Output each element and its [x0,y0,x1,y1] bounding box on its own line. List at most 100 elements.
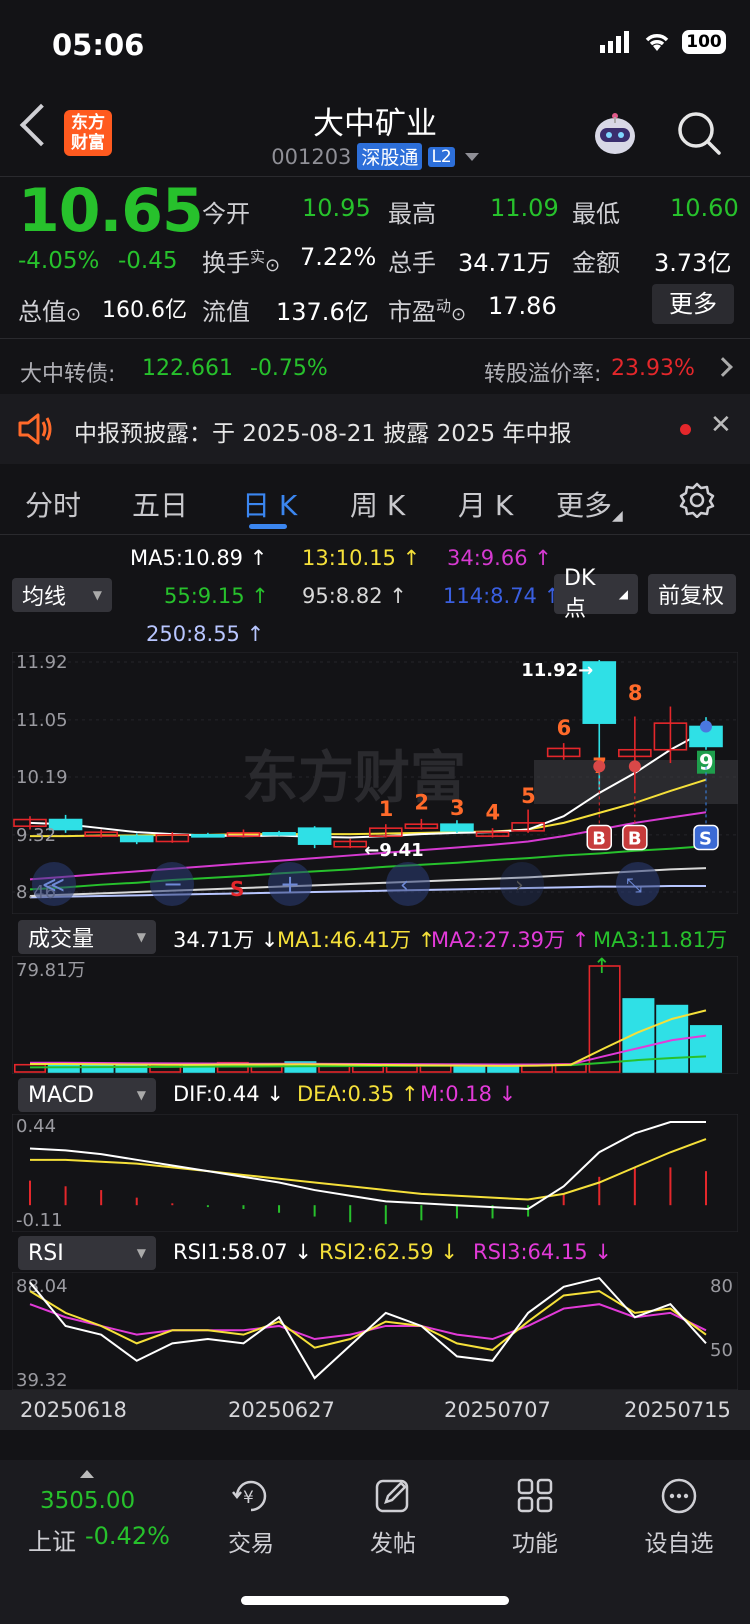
chevron-up-icon[interactable] [80,1470,94,1478]
signal-dot [593,760,606,773]
sequence-number: 8 [628,681,643,705]
svg-text:−: − [163,870,183,898]
bond-price: 122.661 [142,356,233,381]
divider [0,338,750,339]
index-name[interactable]: 上证 [28,1522,76,1557]
ma-select[interactable]: 均线 ▼ [12,578,112,612]
open-value: 10.95 [302,194,371,222]
search-icon[interactable] [676,110,722,156]
candle-body [191,834,225,838]
ma13-value: 13:10.15 ↑ [302,546,421,570]
chevron-down-icon [464,152,479,161]
info-icon: ⊙ [66,304,82,325]
notice-text: 中报预披露：于 2025-08-21 披露 2025 年中报 [74,421,572,447]
volume-today: 34.71万 ↓ [173,928,279,952]
date-axis: 20250618 20250627 20250707 20250715 [0,1390,750,1430]
bond-change: -0.75% [250,356,328,381]
high-label: 最高 [388,200,436,228]
ma114-value: 114:8.74 ↑ [443,584,562,608]
macd-dea: DEA:0.35 ↑ [297,1082,419,1106]
volume-ma-line [30,1034,707,1066]
rsi2-value: RSI2:62.59 ↓ [319,1240,458,1264]
rsi1-value: RSI1:58.07 ↓ [173,1240,312,1264]
unread-dot [680,424,691,435]
mcap-label[interactable]: 总值⊙ [18,292,81,327]
volume-bar [453,1065,486,1073]
more-button[interactable]: 更多 [652,284,734,324]
more-dots-icon [661,1478,697,1514]
rsi-ytick-bottom: 39.32 [16,1370,68,1390]
signal-dot [700,720,712,733]
amount-label: 金额 [572,249,620,277]
svg-text:›: › [515,873,524,898]
trade-yen-icon: ¥ [232,1480,267,1512]
volume-select[interactable]: 成交量 ▼ [18,920,156,954]
dk-point-button[interactable]: DK 点 ◢ [554,566,638,622]
rsi-ytick-50: 50 [710,1340,733,1361]
rsi3-line [29,1303,707,1341]
pe-value: 17.86 [488,292,557,320]
notice-bar[interactable]: 中报预披露：于 2025-08-21 披露 2025 年中报 ✕ [0,394,750,464]
volume-chart[interactable]: 79.81万 [12,956,738,1074]
nav-functions[interactable]: 功能 [480,1476,590,1558]
turnover-label[interactable]: 换手实⊙ [202,243,280,278]
status-icons: 100 [600,30,726,54]
edit-post-icon [375,1479,409,1513]
volume-ma2: MA2:27.39万 ↑ [431,928,590,952]
rsi-ytick-80: 80 [710,1276,733,1297]
amount-value: 3.73亿 [654,249,732,277]
nav-trade[interactable]: ¥ 交易 [196,1476,306,1558]
status-time: 05:06 [52,28,145,62]
nav-add-watchlist[interactable]: 设自选 [624,1476,734,1558]
macd-select[interactable]: MACD ▼ [18,1078,156,1112]
ma34-value: 34:9.66 ↑ [447,546,552,570]
index-value[interactable]: 3505.00 [40,1488,135,1514]
close-icon[interactable]: ✕ [710,410,732,440]
adjust-button[interactable]: 前复权 [648,574,736,614]
price-ytick: 9.32 [16,825,56,846]
volume-value: 34.71万 [458,249,551,277]
signal-icon [600,31,629,53]
high-value: 11.09 [490,194,559,222]
macd-chart[interactable]: 0.44 -0.11 [12,1114,738,1232]
corner-triangle-icon: ◢ [612,508,623,524]
tab-daily-k[interactable]: 日 K [242,484,297,524]
grid-apps-icon [517,1478,553,1513]
kline-chart[interactable]: 东方财富 11.9211.0510.199.328.46 11.92→←9.41… [12,652,738,914]
chevron-right-icon[interactable] [713,357,733,377]
macd-dif: DIF:0.44 ↓ [173,1082,284,1106]
change-percent: -4.05% [18,248,100,274]
last-price: 10.65 [18,176,204,246]
signal-letter: S [699,828,712,849]
nav-post[interactable]: 发帖 [338,1476,448,1558]
candle-body [262,832,296,836]
tab-intraday[interactable]: 分时 [25,484,81,524]
rsi-chart[interactable]: 88.04 39.32 80 50 [12,1272,738,1390]
tab-more[interactable]: 更多◢ [556,484,623,524]
svg-text:¥: ¥ [243,1488,254,1508]
sell-marker: S [230,877,244,901]
signal-letter: B [628,828,642,849]
tab-monthly-k[interactable]: 月 K [458,484,513,524]
home-indicator[interactable] [241,1596,509,1605]
change-amount: -0.45 [118,248,178,274]
index-change[interactable]: -0.42% [85,1522,170,1550]
macd-dea-line [30,1138,707,1201]
tab-weekly-k[interactable]: 周 K [350,484,405,524]
rsi-select[interactable]: RSI ▼ [18,1236,156,1270]
level-tag: L2 [428,146,455,167]
bond-label[interactable]: 大中转债: [20,356,115,388]
pe-label[interactable]: 市盈动⊙ [388,292,466,327]
price-ytick: 11.92 [16,652,68,673]
candle-body [440,823,474,832]
volume-label: 总手 [388,249,436,277]
rsi2-line [29,1290,707,1351]
connect-tag: 深股通 [357,143,423,170]
assistant-robot-icon[interactable] [590,110,640,158]
rsi3-value: RSI3:64.15 ↓ [473,1240,612,1264]
settings-gear-icon[interactable] [679,482,715,518]
svg-text:≪: ≪ [42,873,65,898]
price-ytick: 10.19 [16,767,68,788]
volume-bar [81,1063,114,1073]
tab-five-day[interactable]: 五日 [132,484,188,524]
